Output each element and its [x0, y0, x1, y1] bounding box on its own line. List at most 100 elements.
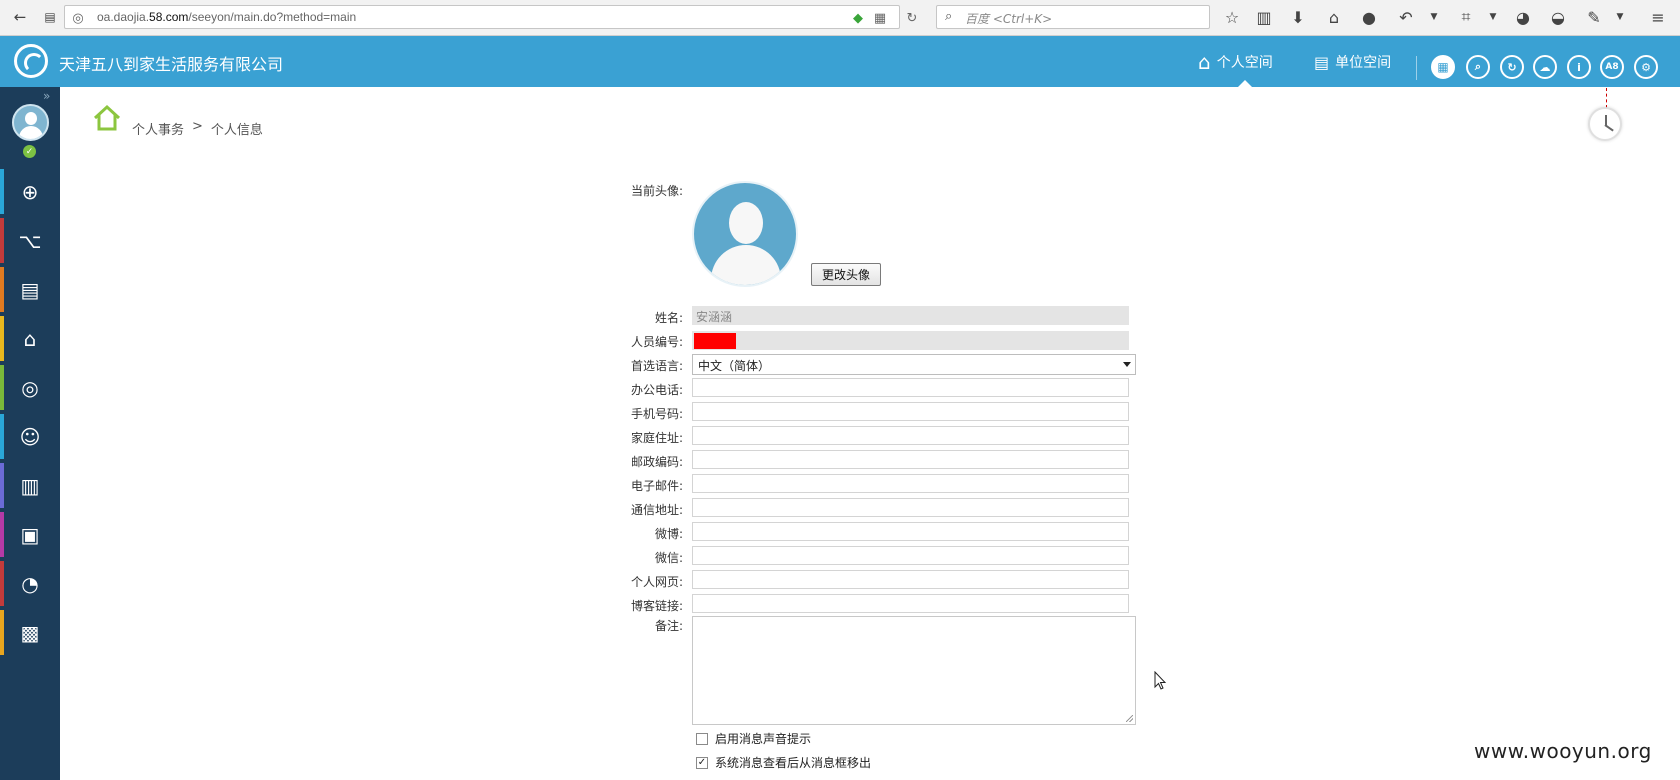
tab-personal-space[interactable]: ⌂ 个人空间 — [1198, 48, 1273, 76]
speech-bubble-icon[interactable]: ◕ — [1510, 6, 1536, 28]
email-field[interactable] — [692, 474, 1129, 493]
star-icon[interactable]: ☆ — [1219, 6, 1245, 28]
addon-icon[interactable]: ✎ — [1581, 6, 1607, 28]
sidebar-item-news[interactable]: ▣ — [0, 510, 60, 559]
employee-id-field — [692, 331, 1129, 350]
sidebar-item-contacts[interactable]: ☺ — [0, 412, 60, 461]
a8-icon[interactable]: A8 — [1600, 55, 1624, 79]
current-avatar — [692, 181, 798, 287]
breadcrumb-level2: 个人信息 — [210, 123, 263, 138]
blog-label: 博客链接: — [630, 599, 683, 613]
globe-icon[interactable]: ◒ — [1545, 6, 1571, 28]
url-text: oa.daojia.58.com/seeyon/main.do?method=m… — [97, 10, 357, 24]
sidebar: » ✓ ⊕ ⌥ ▤ ⌂ ◎ ☺ ▥ ▣ ◔ ▩ — [0, 87, 60, 780]
expand-sidebar-icon[interactable]: » — [43, 89, 50, 103]
download-icon[interactable]: ⬇ — [1285, 6, 1311, 28]
app-header: 天津五八到家生活服务有限公司 ⌂ 个人空间 ▤ 单位空间 ▦ ⌕ ↻ ☁ i A… — [0, 36, 1680, 87]
notes-textarea[interactable] — [692, 616, 1136, 725]
sidebar-item-dashboard[interactable]: ◔ — [0, 559, 60, 608]
home-icon[interactable] — [92, 104, 122, 132]
homepage-label: 个人网页: — [630, 575, 683, 589]
calendar-icon: ▤ — [20, 277, 40, 302]
book-icon: ▥ — [20, 473, 40, 498]
sidebar-item-knowledge[interactable]: ▥ — [0, 461, 60, 510]
language-label: 首选语言: — [630, 359, 683, 373]
qr-code-icon[interactable]: ▦ — [871, 9, 889, 27]
mouse-cursor-icon — [1154, 671, 1167, 690]
sidebar-item-calendar[interactable]: ▤ — [0, 265, 60, 314]
sound-notify-option[interactable]: 启用消息声音提示 — [696, 730, 811, 747]
cloud-icon[interactable]: ☁ — [1533, 55, 1557, 79]
gauge-icon: ◔ — [21, 571, 39, 596]
chevron-down-icon[interactable]: ▼ — [1607, 6, 1633, 28]
browser-toolbar: ← ▤ ◎ oa.daojia.58.com/seeyon/main.do?me… — [0, 0, 1680, 36]
breadcrumb-separator: > — [192, 119, 203, 134]
sidebar-item-tools[interactable]: ▩ — [0, 608, 60, 657]
mailing-address-label: 通信地址: — [630, 503, 683, 517]
breadcrumb: 个人事务 > 个人信息 — [132, 119, 263, 138]
home-address-field[interactable] — [692, 426, 1129, 445]
chevron-down-icon[interactable]: ▼ — [1421, 6, 1447, 28]
clipboard-icon[interactable]: ▥ — [1251, 6, 1277, 28]
chevron-down-icon[interactable]: ▼ — [1480, 6, 1506, 28]
gear-icon[interactable]: ⚙ — [1634, 55, 1658, 79]
avatar[interactable] — [12, 104, 49, 141]
bookmarks-library-icon[interactable]: ▤ — [38, 6, 62, 28]
active-tab-caret — [1238, 80, 1252, 87]
name-field: 安涵涵 — [692, 306, 1129, 325]
building-icon: ▤ — [1314, 52, 1330, 72]
wechat-field[interactable] — [692, 546, 1129, 565]
back-icon[interactable]: ← — [8, 6, 32, 28]
weibo-label: 微博: — [654, 527, 683, 541]
wechat-label: 微信: — [654, 551, 683, 565]
notes-label: 备注: — [654, 619, 683, 633]
home-icon[interactable]: ⌂ — [1321, 6, 1347, 28]
office-phone-field[interactable] — [692, 378, 1129, 397]
search-icon[interactable]: ⌕ — [1466, 55, 1490, 79]
sidebar-item-workflow[interactable]: ⌥ — [0, 216, 60, 265]
online-status-icon: ✓ — [23, 145, 36, 158]
search-input[interactable]: ⌕ 百度 <Ctrl+K> — [936, 5, 1210, 29]
sidebar-item-new[interactable]: ⊕ — [0, 167, 60, 216]
plus-icon: ⊕ — [21, 179, 39, 204]
mobile-field[interactable] — [692, 402, 1129, 421]
reload-icon[interactable]: ↻ — [903, 9, 921, 27]
office-phone-label: 办公电话: — [630, 383, 683, 397]
breadcrumb-level1[interactable]: 个人事务 — [132, 119, 184, 138]
sidebar-item-goals[interactable]: ◎ — [0, 363, 60, 412]
chart-house-icon: ⌂ — [23, 326, 37, 351]
grid-icon[interactable]: ▦ — [1431, 55, 1455, 79]
weibo-field[interactable] — [692, 522, 1129, 541]
resize-grip-icon[interactable] — [1126, 715, 1133, 722]
redacted-employee-id — [694, 333, 736, 349]
shield-icon[interactable]: ◆ — [849, 9, 867, 27]
chat-icon[interactable]: ● — [1356, 6, 1382, 28]
blog-field[interactable] — [692, 594, 1129, 613]
search-icon: ⌕ — [945, 9, 953, 24]
remove-read-option[interactable]: ✓ 系统消息查看后从消息框移出 — [696, 754, 871, 771]
clock-icon[interactable] — [1588, 107, 1622, 141]
email-label: 电子邮件: — [630, 479, 683, 493]
watermark: www.wooyun.org — [1474, 739, 1652, 763]
refresh-icon[interactable]: ↻ — [1500, 55, 1524, 79]
postal-code-field[interactable] — [692, 450, 1129, 469]
language-select[interactable]: 中文（简体） — [692, 354, 1136, 375]
house-icon: ⌂ — [1198, 50, 1211, 74]
home-address-label: 家庭住址: — [630, 431, 683, 445]
tab-unit-space[interactable]: ▤ 单位空间 — [1314, 48, 1391, 76]
change-avatar-button[interactable]: 更改头像 — [811, 263, 881, 286]
chevron-down-icon — [1123, 362, 1131, 367]
company-name: 天津五八到家生活服务有限公司 — [59, 55, 284, 74]
workflow-icon: ⌥ — [18, 228, 42, 253]
menu-icon[interactable]: ≡ — [1645, 6, 1671, 28]
sound-notify-checkbox[interactable] — [696, 732, 708, 745]
info-icon[interactable]: i — [1567, 55, 1591, 79]
contact-icon: ☺ — [19, 424, 41, 449]
undo-icon[interactable]: ↶ — [1393, 6, 1419, 28]
crop-icon[interactable]: ⌗ — [1453, 6, 1479, 28]
homepage-field[interactable] — [692, 570, 1129, 589]
remove-read-checkbox[interactable]: ✓ — [696, 756, 708, 769]
sidebar-item-reports[interactable]: ⌂ — [0, 314, 60, 363]
address-bar[interactable]: ◎ oa.daojia.58.com/seeyon/main.do?method… — [64, 5, 917, 29]
mailing-address-field[interactable] — [692, 498, 1129, 517]
